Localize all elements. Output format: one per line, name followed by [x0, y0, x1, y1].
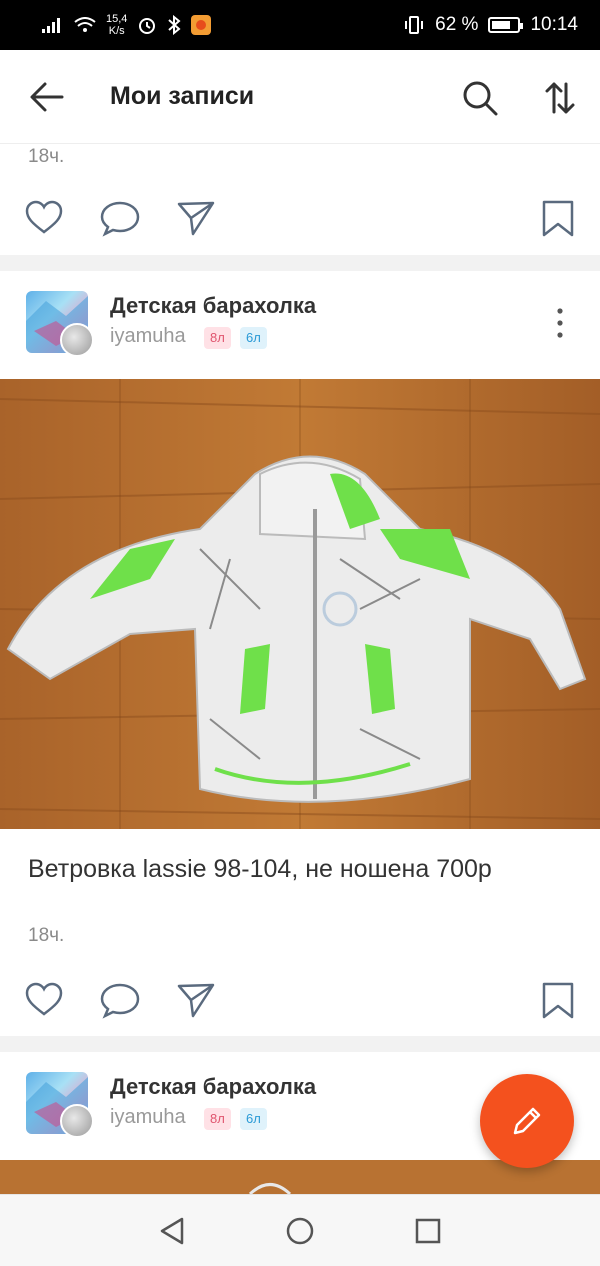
author-name[interactable]: iyamuha	[110, 1106, 186, 1129]
alarm-icon	[139, 18, 156, 34]
post-photo[interactable]	[0, 379, 600, 829]
share-icon[interactable]	[176, 198, 216, 238]
network-speed-unit: K/s	[108, 25, 125, 37]
bluetooth-icon	[168, 15, 181, 35]
post-header: Детская барахолка iyamuha 8л 6л	[0, 271, 600, 361]
bookmark-icon[interactable]	[538, 980, 578, 1020]
status-left: 15,4 K/s	[42, 13, 212, 37]
post-text: Ветровка lassie 98-104, не ношена 700р	[28, 855, 492, 883]
child-age-badge: 6л	[240, 327, 267, 349]
status-bar: 15,4 K/s 62 % 10:14	[0, 0, 600, 50]
back-arrow-icon[interactable]	[28, 80, 66, 114]
more-options-icon[interactable]	[550, 307, 570, 339]
group-name[interactable]: Детская барахолка	[110, 293, 316, 319]
prev-post-time: 18ч.	[28, 146, 65, 167]
battery-icon	[488, 17, 524, 33]
network-speed: 15,4 K/s	[106, 13, 127, 37]
sort-icon[interactable]	[544, 80, 576, 116]
prev-post-actions	[0, 198, 600, 248]
feed-divider	[0, 1036, 600, 1052]
comment-icon[interactable]	[100, 198, 140, 238]
comment-icon[interactable]	[100, 980, 140, 1020]
page-title: Мои записи	[110, 82, 255, 110]
create-post-button[interactable]	[480, 1074, 574, 1168]
signal-icon	[42, 18, 60, 33]
share-icon[interactable]	[176, 980, 216, 1020]
user-avatar[interactable]	[60, 323, 94, 357]
bookmark-icon[interactable]	[538, 198, 578, 238]
app-notification-icon	[191, 15, 212, 35]
post-actions	[0, 980, 600, 1030]
author-name[interactable]: iyamuha	[110, 325, 186, 348]
clock: 10:14	[530, 14, 578, 35]
network-speed-value: 15,4	[106, 13, 128, 25]
heart-icon[interactable]	[24, 198, 64, 238]
nav-back-icon[interactable]	[156, 1215, 188, 1247]
wifi-icon	[74, 17, 96, 32]
nav-recents-icon[interactable]	[412, 1215, 444, 1247]
battery-percent: 62 %	[435, 14, 479, 35]
status-right: 62 % 10:14	[403, 14, 578, 36]
pencil-icon	[513, 1107, 541, 1135]
child-age-badge: 8л	[204, 327, 231, 349]
user-avatar[interactable]	[60, 1104, 94, 1138]
feed-divider	[0, 255, 600, 271]
post-time: 18ч.	[28, 925, 65, 946]
search-icon[interactable]	[462, 80, 498, 116]
nav-home-icon[interactable]	[284, 1215, 316, 1247]
jacket-photo-image	[0, 379, 600, 829]
child-age-badge: 8л	[204, 1108, 231, 1130]
heart-icon[interactable]	[24, 980, 64, 1020]
system-nav-bar	[0, 1194, 600, 1266]
vibrate-icon	[405, 16, 424, 34]
child-age-badge: 6л	[240, 1108, 267, 1130]
app-header: Мои записи	[0, 50, 600, 144]
group-name[interactable]: Детская барахолка	[110, 1074, 316, 1100]
